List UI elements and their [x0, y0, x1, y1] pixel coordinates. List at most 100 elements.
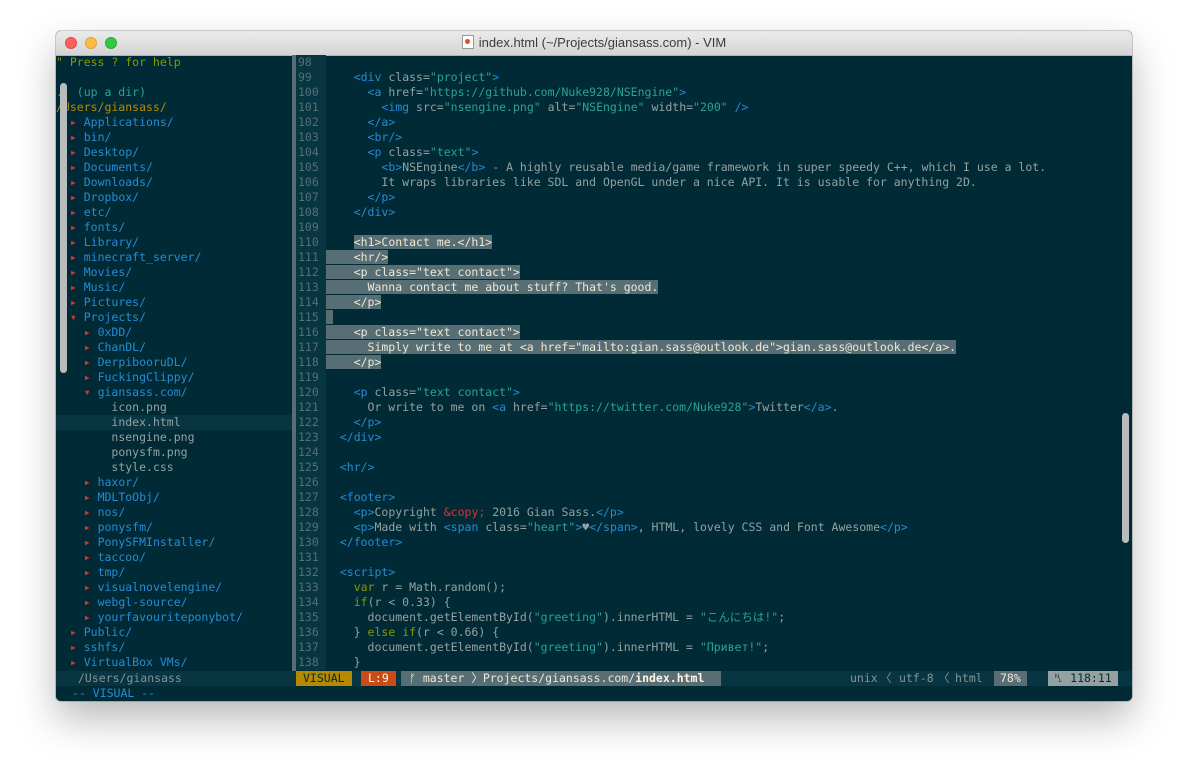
tree-closed-arrow-icon[interactable]: ▸	[84, 595, 98, 609]
editor-scrollbar[interactable]	[1122, 413, 1129, 543]
tree-closed-arrow-icon[interactable]: ▸	[84, 355, 98, 369]
code-line[interactable]: 117 Simply write to me at <a href="mailt…	[296, 340, 1132, 355]
tree-closed-arrow-icon[interactable]: ▸	[70, 640, 84, 654]
tree-dir-item[interactable]: ▸ Documents/	[56, 160, 292, 175]
tree-dir-item[interactable]: ▸ Music/	[56, 280, 292, 295]
tree-file-item[interactable]: index.html	[56, 415, 292, 430]
tree-dir-item[interactable]: ▾ Projects/	[56, 310, 292, 325]
code-line[interactable]: 99 <div class="project">	[296, 70, 1132, 85]
tree-up-dir[interactable]: .. (up a dir)	[56, 85, 292, 100]
tree-dir-item[interactable]: ▸ Applications/	[56, 115, 292, 130]
code-line[interactable]: 101 <img src="nsengine.png" alt="NSEngin…	[296, 100, 1132, 115]
tree-dir-item[interactable]: ▸ nos/	[56, 505, 292, 520]
code-line[interactable]: 104 <p class="text">	[296, 145, 1132, 160]
tree-dir-item[interactable]: ▸ Public/	[56, 625, 292, 640]
tree-dir-item[interactable]: ▸ etc/	[56, 205, 292, 220]
code-line[interactable]: 124	[296, 445, 1132, 460]
tree-dir-item[interactable]: ▸ Dropbox/	[56, 190, 292, 205]
tree-closed-arrow-icon[interactable]: ▸	[84, 610, 98, 624]
tree-dir-item[interactable]: ▸ haxor/	[56, 475, 292, 490]
code-line[interactable]: 127 <footer>	[296, 490, 1132, 505]
tree-closed-arrow-icon[interactable]: ▸	[84, 340, 98, 354]
tree-closed-arrow-icon[interactable]: ▸	[70, 175, 84, 189]
tree-closed-arrow-icon[interactable]: ▸	[84, 475, 98, 489]
tree-root[interactable]: /Users/giansass/	[56, 100, 292, 115]
code-line[interactable]: 103 <br/>	[296, 130, 1132, 145]
tree-closed-arrow-icon[interactable]: ▸	[70, 220, 84, 234]
code-line[interactable]: 126	[296, 475, 1132, 490]
tree-closed-arrow-icon[interactable]: ▸	[70, 205, 84, 219]
code-line[interactable]: 102 </a>	[296, 115, 1132, 130]
tree-dir-item[interactable]: ▸ tmp/	[56, 565, 292, 580]
code-line[interactable]: 131	[296, 550, 1132, 565]
tree-closed-arrow-icon[interactable]: ▸	[70, 295, 84, 309]
code-line[interactable]: 118 </p>	[296, 355, 1132, 370]
tree-dir-item[interactable]: ▸ sshfs/	[56, 640, 292, 655]
code-line[interactable]: 136 } else if(r < 0.66) {	[296, 625, 1132, 640]
code-line[interactable]: 135 document.getElementById("greeting").…	[296, 610, 1132, 625]
code-line[interactable]: 138 }	[296, 655, 1132, 670]
code-line[interactable]: 137 document.getElementById("greeting").…	[296, 640, 1132, 655]
tree-closed-arrow-icon[interactable]: ▸	[70, 145, 84, 159]
tree-closed-arrow-icon[interactable]: ▸	[70, 625, 84, 639]
tree-closed-arrow-icon[interactable]: ▸	[70, 190, 84, 204]
tree-closed-arrow-icon[interactable]: ▸	[84, 370, 98, 384]
code-line[interactable]: 98	[296, 55, 1132, 70]
tree-file-item[interactable]: icon.png	[56, 400, 292, 415]
code-line[interactable]: 105 <b>NSEngine</b> - A highly reusable …	[296, 160, 1132, 175]
code-line[interactable]: 109	[296, 220, 1132, 235]
nerdtree-panel[interactable]: " Press ? for help .. (up a dir) /Users/…	[56, 55, 292, 671]
tree-dir-item[interactable]: ▸ Library/	[56, 235, 292, 250]
tree-closed-arrow-icon[interactable]: ▸	[70, 280, 84, 294]
code-line[interactable]: 116 <p class="text contact">	[296, 325, 1132, 340]
code-line[interactable]: 107 </p>	[296, 190, 1132, 205]
code-line[interactable]: 129 <p>Made with <span class="heart">♥</…	[296, 520, 1132, 535]
tree-dir-item[interactable]: ▸ Pictures/	[56, 295, 292, 310]
code-line[interactable]: 125 <hr/>	[296, 460, 1132, 475]
tree-dir-item[interactable]: ▸ minecraft_server/	[56, 250, 292, 265]
tree-file-item[interactable]: nsengine.png	[56, 430, 292, 445]
tree-dir-item[interactable]: ▸ 0xDD/	[56, 325, 292, 340]
code-line[interactable]: 112 <p class="text contact">	[296, 265, 1132, 280]
tree-closed-arrow-icon[interactable]: ▸	[84, 325, 98, 339]
tree-closed-arrow-icon[interactable]: ▸	[84, 520, 98, 534]
code-line[interactable]: 115	[296, 310, 1132, 325]
command-line[interactable]: -- VISUAL --	[56, 686, 1132, 701]
code-line[interactable]: 120 <p class="text contact">	[296, 385, 1132, 400]
tree-closed-arrow-icon[interactable]: ▸	[70, 235, 84, 249]
code-line[interactable]: 108 </div>	[296, 205, 1132, 220]
tree-closed-arrow-icon[interactable]: ▸	[84, 550, 98, 564]
tree-dir-item[interactable]: ▸ VirtualBox VMs/	[56, 655, 292, 670]
tree-dir-item[interactable]: ▸ taccoo/	[56, 550, 292, 565]
tree-closed-arrow-icon[interactable]: ▸	[70, 160, 84, 174]
tree-closed-arrow-icon[interactable]: ▸	[70, 250, 84, 264]
tree-dir-item[interactable]: ▸ MDLToObj/	[56, 490, 292, 505]
tree-closed-arrow-icon[interactable]: ▸	[84, 505, 98, 519]
code-line[interactable]: 122 </p>	[296, 415, 1132, 430]
tree-open-arrow-icon[interactable]: ▾	[84, 385, 98, 399]
tree-dir-item[interactable]: ▸ Desktop/	[56, 145, 292, 160]
tree-dir-item[interactable]: ▸ ChanDL/	[56, 340, 292, 355]
tree-closed-arrow-icon[interactable]: ▸	[84, 580, 98, 594]
editor-pane[interactable]: 98 99 <div class="project"> 100 <a href="h…	[296, 55, 1132, 671]
tree-file-item[interactable]: ponysfm.png	[56, 445, 292, 460]
tree-dir-item[interactable]: ▸ webgl-source/	[56, 595, 292, 610]
tree-dir-item[interactable]: ▸ Movies/	[56, 265, 292, 280]
tree-dir-item[interactable]: ▸ visualnovelengine/	[56, 580, 292, 595]
code-line[interactable]: 134 if(r < 0.33) {	[296, 595, 1132, 610]
tree-file-item[interactable]: style.css	[56, 460, 292, 475]
code-line[interactable]: 111 <hr/>	[296, 250, 1132, 265]
code-line[interactable]: 130 </footer>	[296, 535, 1132, 550]
tree-dir-item[interactable]: ▸ FuckingClippy/	[56, 370, 292, 385]
tree-closed-arrow-icon[interactable]: ▸	[84, 535, 98, 549]
tree-open-arrow-icon[interactable]: ▾	[70, 310, 84, 324]
tree-dir-item[interactable]: ▸ bin/	[56, 130, 292, 145]
tree-closed-arrow-icon[interactable]: ▸	[84, 490, 98, 504]
tree-dir-item[interactable]: ▸ yourfavouriteponybot/	[56, 610, 292, 625]
code-line[interactable]: 132 <script>	[296, 565, 1132, 580]
tree-dir-item[interactable]: ▸ DerpibooruDL/	[56, 355, 292, 370]
tree-closed-arrow-icon[interactable]: ▸	[70, 115, 84, 129]
code-line[interactable]: 100 <a href="https://github.com/Nuke928/…	[296, 85, 1132, 100]
tree-scrollbar[interactable]	[60, 83, 67, 373]
tree-closed-arrow-icon[interactable]: ▸	[70, 655, 84, 669]
